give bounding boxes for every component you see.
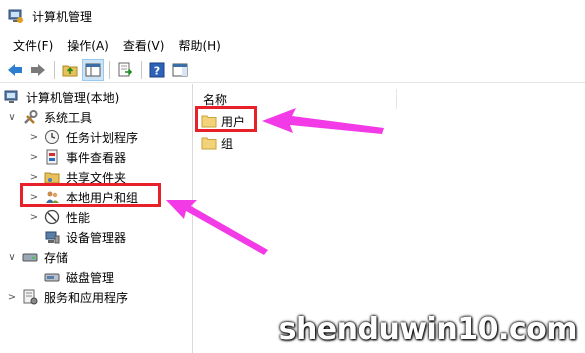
expand-open-icon[interactable]: ∨	[6, 252, 18, 263]
tree-item-root[interactable]: 计算机管理(本地)	[4, 87, 119, 107]
users-group-icon	[44, 189, 60, 205]
storage-icon	[22, 249, 38, 265]
list-item-groups[interactable]: 组	[201, 133, 233, 153]
expand-open-icon[interactable]: ∨	[6, 112, 18, 123]
tree-item-task-scheduler[interactable]: > 任务计划程序	[28, 127, 138, 147]
window-title: 计算机管理	[32, 9, 93, 24]
menu-view[interactable]: 查看(V)	[116, 37, 172, 54]
folder-icon	[201, 135, 217, 151]
menu-help[interactable]: 帮助(H)	[171, 37, 227, 54]
expand-closed-icon[interactable]: >	[6, 292, 18, 303]
back-arrow-icon[interactable]	[4, 59, 26, 81]
tools-icon	[22, 109, 38, 125]
action-pane-icon[interactable]	[169, 59, 191, 81]
performance-icon	[44, 209, 60, 225]
menu-action[interactable]: 操作(A)	[60, 37, 116, 54]
expand-closed-icon[interactable]: >	[28, 172, 40, 183]
up-folder-icon[interactable]	[59, 59, 81, 81]
tree-item-label: 共享文件夹	[66, 170, 127, 185]
toolbar-separator	[54, 60, 55, 79]
list-item-label: 组	[221, 136, 234, 151]
export-list-icon[interactable]	[114, 59, 136, 81]
toolbar-separator	[109, 60, 110, 79]
tree-item-services-apps[interactable]: > 服务和应用程序	[6, 287, 128, 307]
help-icon[interactable]: ?	[146, 59, 168, 81]
tree-item-local-users-groups[interactable]: > 本地用户和组	[28, 187, 138, 207]
tree-item-label: 性能	[66, 210, 91, 225]
tree-item-storage[interactable]: ∨ 存储	[6, 247, 68, 267]
tree-item-label: 事件查看器	[66, 150, 127, 165]
watermark-text: shenduwin10.com	[278, 312, 578, 347]
tree-item-disk-management[interactable]: 磁盘管理	[44, 267, 114, 287]
console-tree: 计算机管理(本地) ∨ 系统工具 > 任务计划程序 > 事件查看器 > 共享文件…	[0, 84, 193, 353]
services-icon	[22, 289, 38, 305]
shared-folder-icon	[44, 169, 60, 185]
tree-item-label: 存储	[44, 250, 69, 265]
tree-item-label: 任务计划程序	[66, 130, 139, 145]
tree-item-label: 计算机管理(本地)	[26, 90, 120, 105]
folder-icon	[201, 113, 217, 129]
disk-icon	[44, 269, 60, 285]
tree-item-shared-folders[interactable]: > 共享文件夹	[28, 167, 126, 187]
show-hide-tree-icon[interactable]	[82, 58, 104, 81]
list-item-label: 用户	[221, 114, 246, 129]
expand-closed-icon[interactable]: >	[28, 192, 40, 203]
title-bar: 计算机管理	[0, 0, 585, 32]
tree-item-label: 磁盘管理	[66, 270, 115, 285]
computer-management-icon	[4, 89, 20, 105]
toolbar-separator	[141, 60, 142, 79]
expand-closed-icon[interactable]: >	[28, 152, 40, 163]
clock-icon	[44, 129, 60, 145]
computer-management-icon	[8, 8, 24, 24]
svg-text:?: ?	[154, 64, 160, 77]
list-item-users[interactable]: 用户	[201, 111, 245, 131]
expand-closed-icon[interactable]: >	[28, 132, 40, 143]
menu-file[interactable]: 文件(F)	[6, 37, 60, 54]
tree-item-label: 服务和应用程序	[44, 290, 129, 305]
tree-item-event-viewer[interactable]: > 事件查看器	[28, 147, 126, 167]
event-viewer-icon	[44, 149, 60, 165]
toolbar: ?	[0, 57, 585, 83]
device-manager-icon	[44, 229, 60, 245]
column-header-label: 名称	[203, 92, 228, 107]
tree-item-label: 系统工具	[44, 110, 93, 125]
expand-closed-icon[interactable]: >	[28, 212, 40, 223]
tree-item-label: 设备管理器	[66, 230, 127, 245]
menu-bar: 文件(F) 操作(A) 查看(V) 帮助(H)	[0, 34, 228, 56]
tree-item-label: 本地用户和组	[66, 190, 139, 205]
tree-item-system-tools[interactable]: ∨ 系统工具	[6, 107, 92, 127]
tree-item-device-manager[interactable]: 设备管理器	[44, 227, 126, 247]
forward-arrow-icon[interactable]	[27, 59, 49, 81]
tree-item-performance[interactable]: > 性能	[28, 207, 90, 227]
column-header-name[interactable]: 名称	[197, 89, 397, 109]
